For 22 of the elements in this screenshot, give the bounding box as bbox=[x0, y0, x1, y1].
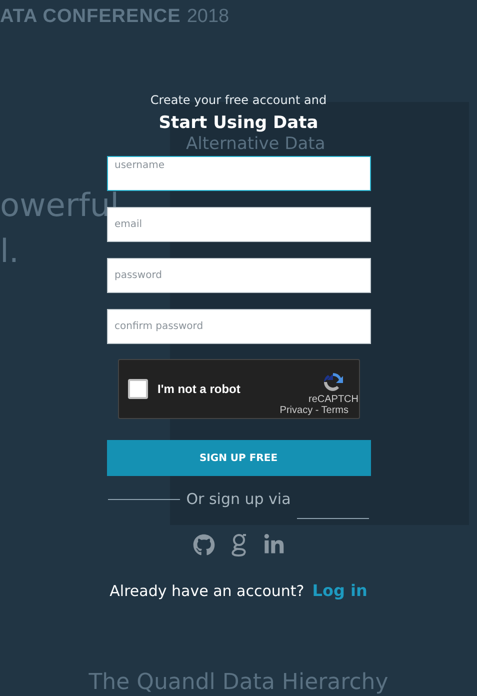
input-field[interactable]: email bbox=[106, 207, 370, 242]
input-field[interactable]: password bbox=[106, 258, 370, 293]
section-heading: The Quandl Data Hierarchy bbox=[88, 670, 388, 696]
captcha-brand: reCAPTCH bbox=[308, 394, 358, 405]
login-link[interactable]: Log in bbox=[312, 581, 368, 600]
divider-text: Or sign up via bbox=[186, 490, 291, 508]
hero-heading: l. bbox=[0, 231, 20, 272]
input-field[interactable]: username bbox=[106, 156, 370, 191]
conference-title: ATA CONFERENCE bbox=[0, 6, 181, 27]
captcha-label: I'm not a robot bbox=[158, 382, 240, 396]
captcha-links[interactable]: Privacy - Terms bbox=[280, 405, 348, 416]
panel-title: Alternative Data bbox=[186, 134, 326, 154]
google-icon[interactable] bbox=[230, 533, 246, 557]
conference-year: 2018 bbox=[186, 6, 230, 27]
signup-button[interactable]: SIGN UP FREE bbox=[106, 440, 370, 476]
linkedin-icon[interactable] bbox=[262, 534, 284, 556]
github-icon[interactable] bbox=[192, 534, 214, 556]
login-prompt: Already have an account? bbox=[110, 582, 304, 600]
input-field[interactable]: confirm password bbox=[106, 309, 370, 344]
captcha-checkbox[interactable] bbox=[128, 379, 148, 399]
signup-title: Start Using Data bbox=[158, 113, 318, 133]
signup-intro: Create your free account and bbox=[150, 93, 327, 107]
